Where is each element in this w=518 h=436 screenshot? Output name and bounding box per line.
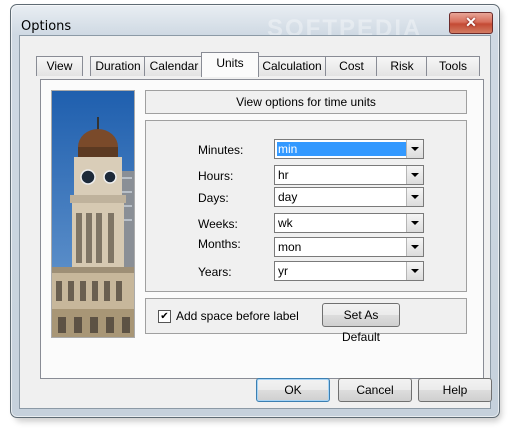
panel-header: View options for time units [145, 90, 467, 114]
weeks-select[interactable]: wk [274, 213, 424, 233]
tab-calculation[interactable]: Calculation [257, 56, 327, 76]
unit-row-days: Days: day [146, 187, 466, 209]
tab-cost[interactable]: Cost [325, 56, 378, 76]
close-icon: ✕ [465, 14, 477, 30]
cancel-button[interactable]: Cancel [338, 378, 412, 402]
tab-calendar[interactable]: Calendar [144, 56, 204, 76]
add-space-checkbox[interactable]: ✔ [158, 310, 171, 323]
tab-strip: View Duration Calendar Units Calculation… [26, 52, 486, 77]
chevron-down-icon[interactable] [406, 262, 423, 280]
unit-row-weeks: Weeks: wk [146, 213, 466, 235]
unit-row-hours: Hours: hr [146, 165, 466, 187]
minutes-value: min [277, 142, 407, 156]
months-select[interactable]: mon [274, 237, 424, 257]
unit-row-minutes: Minutes: min [146, 139, 466, 161]
years-select[interactable]: yr [274, 261, 424, 281]
days-label: Days: [198, 191, 229, 205]
dialog-client-area: View Duration Calendar Units Calculation… [19, 35, 492, 409]
tab-risk[interactable]: Risk [376, 56, 428, 76]
unit-row-months: Months: mon [146, 237, 466, 259]
tab-view[interactable]: View [36, 56, 83, 76]
window-title: Options [21, 19, 72, 34]
chevron-down-icon[interactable] [406, 140, 423, 158]
chevron-down-icon[interactable] [406, 214, 423, 232]
set-as-default-button[interactable]: Set As Default [322, 303, 400, 344]
unit-row-years: Years: yr [146, 261, 466, 283]
hours-label: Hours: [198, 169, 234, 183]
weeks-value: wk [278, 216, 293, 230]
years-value: yr [278, 264, 288, 278]
help-button[interactable]: Help [418, 378, 492, 402]
add-space-label[interactable]: Add space before label [176, 309, 299, 323]
units-group: Minutes: min Hours: hr Days: day Weeks: … [145, 120, 467, 292]
close-button[interactable]: ✕ [449, 12, 493, 34]
units-tab-panel: View options for time units Minutes: min… [40, 79, 484, 379]
years-label: Years: [198, 265, 232, 279]
tab-units[interactable]: Units [201, 52, 259, 77]
tab-duration[interactable]: Duration [90, 56, 146, 76]
chevron-down-icon[interactable] [406, 188, 423, 206]
months-label: Months: [198, 237, 241, 251]
chevron-down-icon[interactable] [406, 166, 423, 184]
months-value: mon [278, 240, 302, 254]
weeks-label: Weeks: [198, 217, 238, 231]
days-value: day [278, 190, 298, 204]
checkmark-icon: ✔ [160, 311, 169, 322]
label-options-group: ✔ Add space before label Set As Default [145, 298, 467, 344]
minutes-label: Minutes: [198, 143, 244, 157]
minutes-select[interactable]: min [274, 139, 424, 159]
clock-tower-image [51, 90, 135, 338]
days-select[interactable]: day [274, 187, 424, 207]
tab-tools[interactable]: Tools [426, 56, 480, 76]
chevron-down-icon[interactable] [406, 238, 423, 256]
ok-button[interactable]: OK [256, 378, 330, 402]
hours-select[interactable]: hr [274, 165, 424, 185]
hours-value: hr [278, 168, 289, 182]
options-dialog: SOFTPEDIA Options ✕ View Duration Calend… [10, 4, 500, 418]
